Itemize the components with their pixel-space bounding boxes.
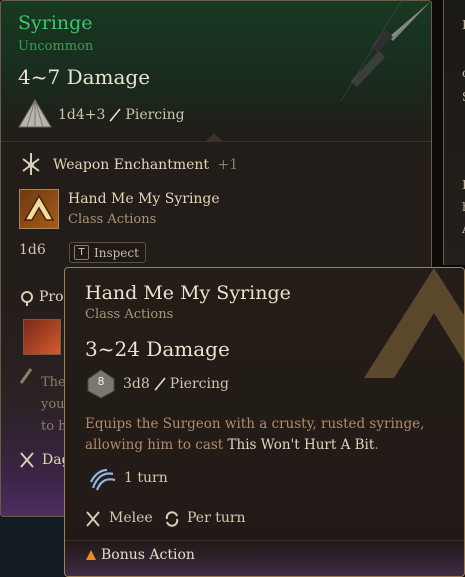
- tooltip-damage: 3~24 Damage: [85, 337, 230, 361]
- tooltip-title: Hand Me My Syringe: [85, 282, 291, 304]
- comparison-card: E o S I h A: [443, 0, 465, 265]
- action-dice: 1d6: [19, 242, 46, 258]
- enchantment-value: +1: [217, 157, 239, 173]
- inspect-button[interactable]: T Inspect: [69, 242, 146, 263]
- tooltip-damage-type: Piercing: [169, 376, 229, 392]
- background-scene: [0, 517, 64, 577]
- tooltip-description: Equips the Surgeon with a crusty, rusted…: [85, 414, 463, 456]
- tooltip-duration: 1 turn: [124, 470, 168, 486]
- tag-melee: Melee: [109, 510, 153, 526]
- enchantment-icon: [22, 153, 40, 175]
- action-cost-row: Bonus Action: [85, 547, 195, 563]
- die-number: 8: [97, 375, 105, 388]
- refresh-icon: [165, 511, 179, 527]
- enchantment-row: Weapon Enchantment +1: [53, 157, 238, 173]
- action-watermark-icon: [364, 268, 464, 378]
- piercing-icon: [109, 108, 122, 122]
- description-spell-link[interactable]: This Won't Hurt A Bit: [228, 437, 375, 453]
- flavor-line-2: you: [41, 397, 65, 412]
- tooltip-subtitle: Class Actions: [85, 307, 174, 322]
- arrow-up-icon: [23, 194, 55, 221]
- action-cost: Bonus Action: [101, 547, 195, 563]
- quill-icon: [19, 368, 33, 384]
- enchantment-label: Weapon Enchantment: [53, 157, 210, 173]
- d4-die-icon: [18, 99, 52, 128]
- crossed-swords-icon: [20, 452, 34, 468]
- proficiency-skill-icon[interactable]: [23, 319, 61, 355]
- bonus-action-icon: [86, 550, 96, 560]
- inspect-key: T: [74, 245, 89, 260]
- item-damage-type: Piercing: [125, 107, 185, 123]
- divider: [1, 141, 431, 142]
- action-tooltip: Hand Me My Syringe Class Actions 3~24 Da…: [64, 267, 465, 577]
- tag-per-turn: Per turn: [187, 510, 246, 526]
- claw-icon: [90, 468, 116, 491]
- action-class: Class Actions: [68, 212, 157, 227]
- melee-icon: [86, 511, 100, 527]
- inspect-label: Inspect: [94, 245, 139, 260]
- syringe-art-icon: [340, 1, 431, 101]
- item-dice: 1d4+3: [58, 107, 106, 123]
- divider-notch: [206, 133, 222, 141]
- action-icon[interactable]: [19, 189, 59, 229]
- description-end: .: [374, 437, 379, 453]
- item-flavor-text: The you to h: [41, 372, 67, 438]
- item-name: Syringe: [18, 12, 93, 34]
- tooltip-dice: 3d8: [123, 376, 150, 392]
- flavor-line-1: The: [41, 375, 66, 390]
- d8-die-icon: 8: [87, 369, 115, 399]
- proficiency-icon: [21, 291, 33, 306]
- flavor-line-3: to h: [41, 419, 67, 434]
- tooltip-dice-row: 3d8 Piercing: [123, 376, 229, 392]
- piercing-icon: [154, 377, 166, 391]
- item-rarity: Uncommon: [18, 39, 94, 54]
- item-dice-row: 1d4+3 Piercing: [58, 107, 185, 123]
- action-name: Hand Me My Syringe: [68, 191, 220, 207]
- item-damage: 4~7 Damage: [18, 65, 151, 89]
